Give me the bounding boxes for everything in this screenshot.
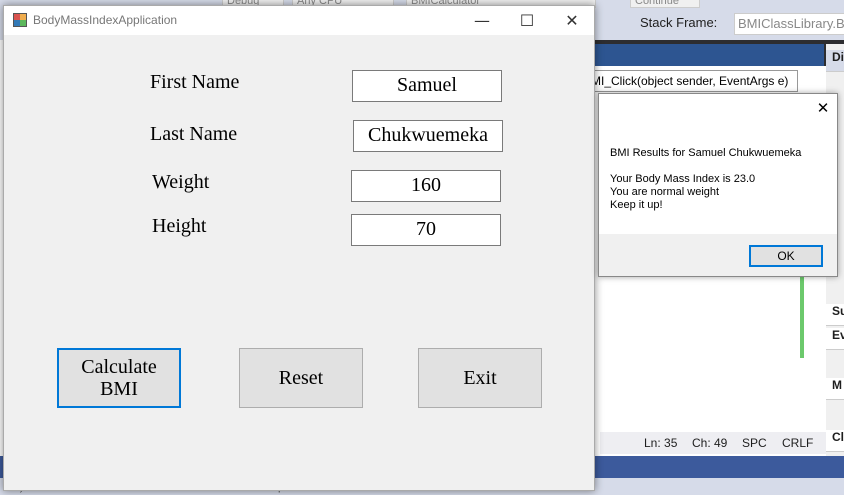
diagnostics-tab[interactable]: Dia	[826, 50, 844, 72]
window-title: BodyMassIndexApplication	[33, 13, 178, 27]
line-number: Ln: 35	[644, 436, 678, 450]
close-button[interactable]: ✕	[549, 6, 595, 35]
events-tab[interactable]: Eve	[826, 328, 844, 350]
calculate-bmi-button[interactable]: Calculate BMI	[57, 348, 181, 408]
whitespace-mode: SPC	[742, 436, 767, 450]
line-ending: CRLF	[782, 436, 814, 450]
reset-button[interactable]: Reset	[239, 348, 363, 408]
stack-frame-dropdown[interactable]: BMIClassLibrary.Boo	[734, 13, 844, 35]
height-field[interactable]: 70	[351, 214, 501, 246]
column-number: Ch: 49	[692, 436, 728, 450]
cpu-tab[interactable]: Cl	[826, 430, 844, 452]
dialog-footer: OK	[599, 234, 837, 276]
weight-category-line: You are normal weight	[610, 186, 720, 198]
encouragement-line: Keep it up!	[610, 199, 663, 211]
maximize-button[interactable]: ☐	[504, 6, 550, 35]
ide-tab-band	[594, 44, 824, 66]
continue-button[interactable]: Continue	[630, 0, 700, 8]
calculate-line2: BMI	[100, 378, 138, 400]
height-label: Height	[152, 215, 207, 237]
method-dropdown[interactable]: MI_Click(object sender, EventArgs e)	[586, 70, 798, 92]
last-name-field[interactable]: Chukwuemeka	[353, 120, 503, 152]
ok-button[interactable]: OK	[749, 245, 823, 267]
app-icon	[13, 13, 27, 27]
dialog-message: BMI Results for Samuel Chukwuemeka Your …	[610, 147, 832, 212]
calculate-line1: Calculate	[81, 356, 157, 378]
dialog-close-button[interactable]: ✕	[813, 98, 833, 118]
memory-tab[interactable]: M	[826, 378, 844, 400]
exit-button[interactable]: Exit	[418, 348, 542, 408]
bmi-app-window: BodyMassIndexApplication — ☐ ✕ First Nam…	[3, 5, 595, 491]
stack-frame-label: Stack Frame:	[640, 15, 718, 30]
minimize-button[interactable]: —	[459, 6, 505, 35]
change-indicator-bar	[800, 270, 804, 358]
bmi-result-line: Your Body Mass Index is 23.0	[610, 173, 756, 185]
last-name-label: Last Name	[150, 123, 238, 145]
editor-status-bar: Ln: 35 Ch: 49 SPC CRLF	[600, 432, 826, 454]
dialog-heading: BMI Results for Samuel Chukwuemeka	[610, 147, 802, 159]
first-name-field[interactable]: Samuel	[352, 70, 502, 102]
weight-label: Weight	[152, 171, 210, 193]
summary-tab[interactable]: Su	[826, 304, 844, 326]
weight-field[interactable]: 160	[351, 170, 501, 202]
title-bar[interactable]: BodyMassIndexApplication — ☐ ✕	[4, 6, 594, 35]
bmi-results-dialog: ✕ BMI Results for Samuel Chukwuemeka You…	[598, 93, 838, 277]
first-name-label: First Name	[150, 71, 240, 93]
